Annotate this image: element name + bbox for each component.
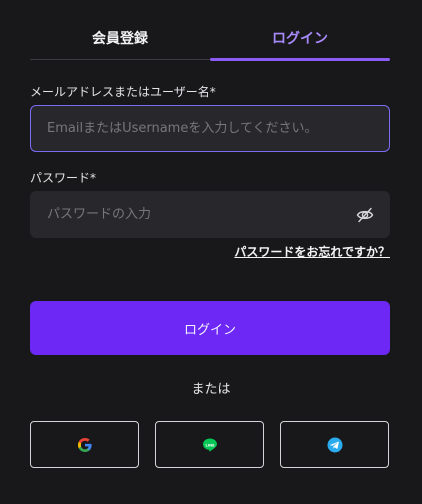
password-input[interactable] xyxy=(30,191,390,238)
email-label-text: メールアドレスまたはユーザー名 xyxy=(30,85,210,99)
password-label-text: パスワード xyxy=(30,171,91,185)
line-login-button[interactable]: LINE xyxy=(155,421,264,468)
line-icon: LINE xyxy=(203,438,217,452)
email-required-mark: * xyxy=(209,85,216,99)
tab-login[interactable]: ログイン xyxy=(210,22,390,58)
password-required-mark: * xyxy=(90,171,97,185)
forgot-password-link[interactable]: パスワードをお忘れですか？ xyxy=(234,243,390,260)
tab-register[interactable]: 会員登録 xyxy=(30,22,210,58)
svg-text:LINE: LINE xyxy=(205,443,215,447)
email-label: メールアドレスまたはユーザー名* xyxy=(30,83,216,100)
divider-text: または xyxy=(191,382,231,397)
auth-tabs: 会員登録 ログイン xyxy=(30,22,390,62)
telegram-icon xyxy=(327,437,343,453)
email-input[interactable] xyxy=(30,105,390,152)
tab-active-indicator xyxy=(210,58,390,61)
telegram-login-button[interactable] xyxy=(280,421,389,468)
login-button[interactable]: ログイン xyxy=(30,301,390,355)
eye-off-icon[interactable] xyxy=(355,205,375,225)
google-login-button[interactable] xyxy=(30,421,139,468)
google-icon xyxy=(78,438,92,452)
password-label: パスワード* xyxy=(30,169,96,186)
